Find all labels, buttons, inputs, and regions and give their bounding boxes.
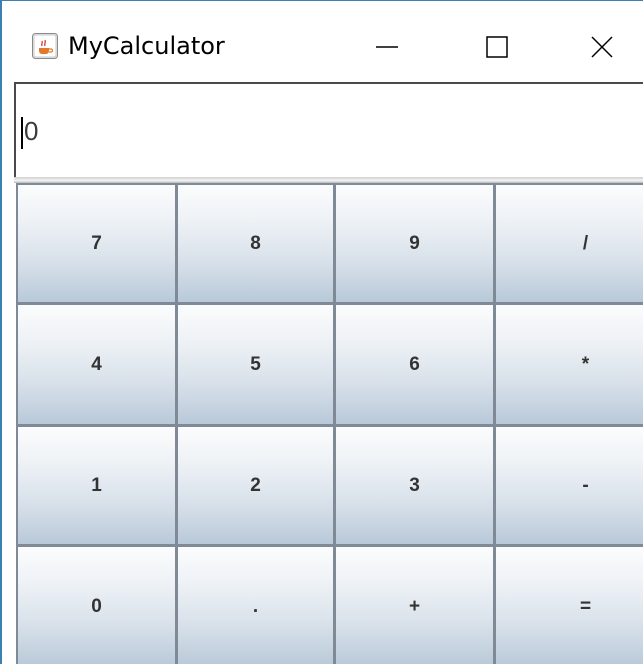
key-6[interactable]: 6 <box>334 303 495 426</box>
key-subtract[interactable]: - <box>494 425 643 546</box>
calculator-window: MyCalculator 7 8 9 / 4 5 6 * 1 <box>0 0 643 664</box>
minimize-icon <box>375 35 399 59</box>
key-7[interactable]: 7 <box>16 183 177 304</box>
key-1[interactable]: 1 <box>16 425 177 546</box>
key-divide[interactable]: / <box>494 183 643 304</box>
java-cup-icon <box>32 33 58 59</box>
title-bar[interactable]: MyCalculator <box>2 1 643 79</box>
display-field[interactable] <box>16 84 643 178</box>
window-title: MyCalculator <box>68 32 225 60</box>
maximize-icon <box>486 36 508 58</box>
text-caret <box>21 117 23 149</box>
key-8[interactable]: 8 <box>176 183 335 304</box>
close-button[interactable] <box>562 19 642 75</box>
key-0[interactable]: 0 <box>16 545 177 664</box>
maximize-button[interactable] <box>457 19 537 75</box>
close-icon <box>591 36 613 58</box>
display-frame <box>14 82 643 178</box>
key-decimal[interactable]: . <box>176 545 335 664</box>
key-2[interactable]: 2 <box>176 425 335 546</box>
key-multiply[interactable]: * <box>494 303 643 426</box>
key-3[interactable]: 3 <box>334 425 495 546</box>
keypad: 7 8 9 / 4 5 6 * 1 2 3 - 0 . + = <box>16 183 643 664</box>
key-equals[interactable]: = <box>494 545 643 664</box>
key-add[interactable]: + <box>334 545 495 664</box>
key-9[interactable]: 9 <box>334 183 495 304</box>
minimize-button[interactable] <box>347 19 427 75</box>
key-4[interactable]: 4 <box>16 303 177 426</box>
key-5[interactable]: 5 <box>176 303 335 426</box>
